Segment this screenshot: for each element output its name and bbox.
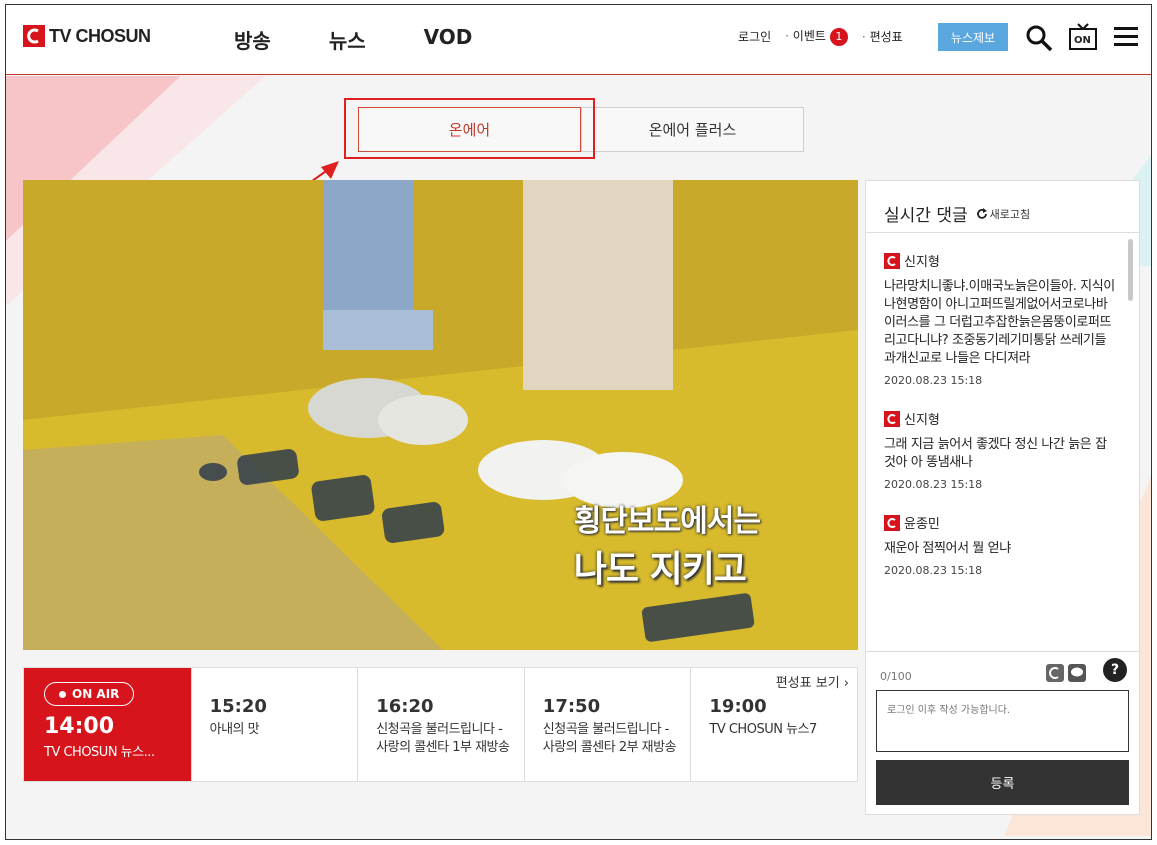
slot-title: 아내의 맛 [209, 722, 260, 737]
tab-onair-plus[interactable]: 온에어 플러스 [581, 107, 804, 152]
browser-page: TV CHOSUN 방송 뉴스 VOD 로그인 · 이벤트 1 · 편성표 뉴스제… [5, 4, 1152, 840]
user-logo-icon [884, 252, 900, 269]
comments-title: 실시간 댓글 [884, 206, 968, 226]
site-header: TV CHOSUN 방송 뉴스 VOD 로그인 · 이벤트 1 · 편성표 뉴스제… [6, 5, 1151, 75]
slot-time: 15:20 [209, 696, 267, 717]
comment-input[interactable] [876, 690, 1129, 752]
onair-badge: ON AIR [44, 682, 135, 706]
comment-item: 윤종민 재운아 점찍어서 뭘 얻냐 2020.08.23 15:18 [884, 513, 1128, 577]
event-link[interactable]: · 이벤트 1 [785, 27, 848, 46]
char-counter: 0/100 [880, 670, 912, 683]
login-link[interactable]: 로그인 [738, 28, 771, 45]
video-caption-line2: 나도 지키고 [573, 549, 747, 590]
comment-item: 신지형 나라망치니좋냐.이매국노늙은이들아. 지식이나현명함이 아니고퍼뜨릴게없… [884, 251, 1128, 387]
slot-title: 신청곡을 불러드립니다 - 사랑의 콜센타 2부 재방송 [542, 722, 677, 755]
help-icon[interactable]: ? [1103, 658, 1127, 682]
nav-item-vod[interactable]: VOD [424, 25, 473, 54]
live-video-player[interactable]: 횡단보도에서는 나도 지키고 [23, 180, 858, 650]
schedule-slot[interactable]: 17:50 신청곡을 불러드립니다 - 사랑의 콜센타 2부 재방송 [523, 668, 691, 781]
view-schedule-link[interactable]: 편성표 보기 › [776, 672, 849, 691]
live-comments-panel: 실시간 댓글 새로고침 신지형 나라망치니좋냐.이매국노늙은이들아. 지식이나현… [865, 180, 1140, 815]
comment-scrollbar[interactable] [1128, 239, 1133, 301]
nav-item-news[interactable]: 뉴스 [329, 25, 366, 54]
slot-time: 17:50 [542, 696, 601, 717]
refresh-icon [976, 207, 987, 219]
slot-title: TV CHOSUN 뉴스7 [709, 722, 817, 737]
annotation-highlight-box [344, 98, 595, 159]
tv-chosun-logo-icon [23, 25, 45, 47]
comment-body: 그래 지금 늙어서 좋겠다 정신 나간 늙은 잡것아 아 똥냄새나 [884, 437, 1107, 470]
tv-on-icon-text: ON [1074, 35, 1091, 46]
comment-date: 2020.08.23 15:18 [884, 478, 983, 491]
submit-comment-button[interactable]: 등록 [876, 760, 1129, 805]
comment-body: 재운아 점찍어서 뭘 얻냐 [884, 541, 1011, 556]
schedule-slot[interactable]: 16:20 신청곡을 불러드립니다 - 사랑의 콜센타 1부 재방송 [357, 668, 524, 781]
slot-time: 19:00 [709, 696, 767, 717]
comments-header: 실시간 댓글 새로고침 [866, 181, 1139, 233]
onair-dot-icon [59, 690, 66, 698]
video-caption-line1: 횡단보도에서는 [573, 504, 761, 539]
comment-date: 2020.08.23 15:18 [884, 374, 983, 387]
comment-user: 윤종민 [904, 517, 940, 532]
share-icons [1046, 664, 1086, 682]
refresh-button[interactable]: 새로고침 [976, 206, 1030, 222]
current-program-time: 14:00 [44, 714, 115, 739]
comment-user: 신지형 [904, 413, 940, 428]
schedule-slot[interactable]: 15:20 아내의 맛 [190, 668, 358, 781]
comment-date: 2020.08.23 15:18 [884, 564, 983, 577]
event-count-badge: 1 [829, 27, 848, 46]
comment-user: 신지형 [904, 255, 940, 270]
slot-time: 16:20 [376, 696, 434, 717]
tv-on-icon[interactable]: ON [1068, 23, 1098, 53]
nav-item-broadcast[interactable]: 방송 [234, 25, 271, 54]
news-report-button[interactable]: 뉴스제보 [938, 23, 1008, 51]
logo-text: TV CHOSUN [49, 25, 151, 46]
search-icon[interactable] [1024, 23, 1054, 53]
chevron-right-icon: › [843, 676, 849, 691]
talk-share-icon[interactable] [1068, 664, 1086, 682]
current-program[interactable]: ON AIR 14:00 TV CHOSUN 뉴스... [24, 668, 191, 781]
video-caption: 횡단보도에서는 나도 지키고 [573, 496, 761, 592]
comment-item: 신지형 그래 지금 늙어서 좋겠다 정신 나간 늙은 잡것아 아 똥냄새나 20… [884, 409, 1128, 491]
logo[interactable]: TV CHOSUN [23, 25, 151, 47]
tvchosun-share-icon[interactable] [1046, 664, 1064, 682]
user-logo-icon [884, 514, 900, 531]
user-logo-icon [884, 410, 900, 427]
main-nav: 방송 뉴스 VOD [234, 25, 472, 54]
comment-body: 나라망치니좋냐.이매국노늙은이들아. 지식이나현명함이 아니고퍼뜨릴게없어서코로… [884, 279, 1115, 366]
comment-list[interactable]: 신지형 나라망치니좋냐.이매국노늙은이들아. 지식이나현명함이 아니고퍼뜨릴게없… [866, 235, 1128, 650]
program-schedule: ON AIR 14:00 TV CHOSUN 뉴스... 15:20 아내의 맛… [23, 667, 858, 782]
current-program-title: TV CHOSUN 뉴스... [44, 745, 155, 760]
utility-links: 로그인 · 이벤트 1 · 편성표 [738, 27, 903, 46]
comment-write-area: 0/100 ? 등록 [866, 651, 1139, 816]
schedule-link[interactable]: · 편성표 [862, 28, 903, 45]
slot-title: 신청곡을 불러드립니다 - 사랑의 콜센타 1부 재방송 [376, 722, 510, 755]
hamburger-menu-icon[interactable] [1112, 23, 1142, 53]
